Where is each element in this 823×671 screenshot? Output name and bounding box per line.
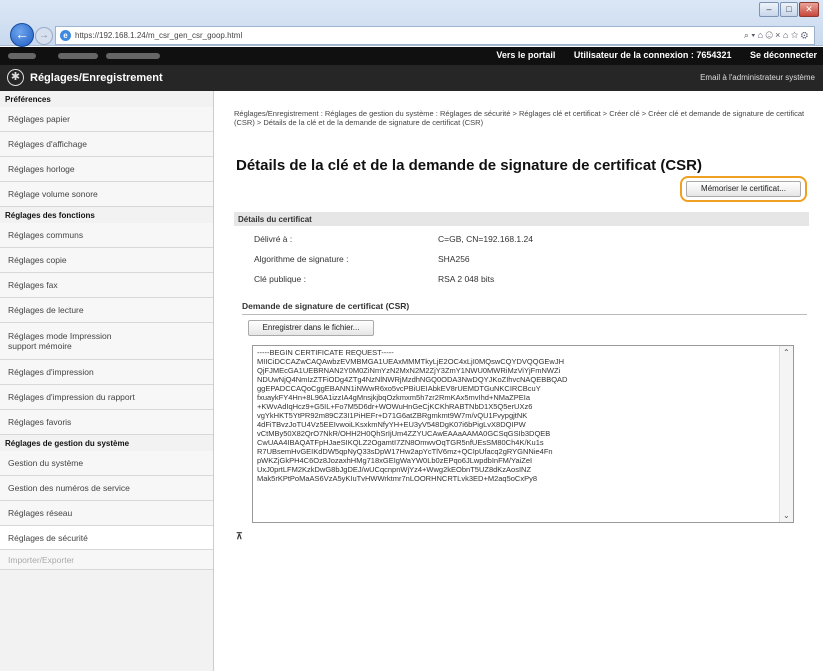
sidebar-item[interactable]: Réglages copie xyxy=(0,248,213,273)
sidebar-item[interactable]: Gestion du système xyxy=(0,451,213,476)
sidebar-item[interactable]: Réglages réseau xyxy=(0,501,213,526)
sidebar-item-label: support mémoire xyxy=(8,341,72,351)
top-bar: Vers le portail Utilisateur de la connex… xyxy=(0,47,823,65)
sidebar-item[interactable]: Réglages d'affichage xyxy=(0,132,213,157)
device-name-blur xyxy=(58,53,98,59)
header-title: Réglages/Enregistrement xyxy=(30,72,163,84)
minimize-button[interactable]: – xyxy=(759,2,779,17)
close-window-button[interactable]: ✕ xyxy=(799,2,819,17)
scroll-up-icon[interactable]: ⌃ xyxy=(783,348,790,357)
sidebar-item[interactable]: Réglages papier xyxy=(0,107,213,132)
scrollbar[interactable]: ⌃ ⌄ xyxy=(779,346,793,522)
detail-value: SHA256 xyxy=(438,254,470,264)
device-name-blur xyxy=(8,53,36,59)
back-arrow-icon[interactable]: ← xyxy=(10,23,34,47)
csr-header: Demande de signature de certificat (CSR) xyxy=(242,301,807,315)
browser-chrome: – □ ✕ ← → e https://192.168.1.24/m_csr_g… xyxy=(0,0,823,47)
address-bar[interactable]: e https://192.168.1.24/m_csr_gen_csr_goo… xyxy=(55,26,815,45)
email-admin-link[interactable]: Email à l'administrateur système xyxy=(700,73,815,82)
store-certificate-button[interactable]: Mémoriser le certificat... xyxy=(686,181,801,197)
sidebar-item[interactable]: Réglages d'impression du rapport xyxy=(0,385,213,410)
sidebar-section-title: Réglages de gestion du système xyxy=(5,439,130,448)
sidebar-item[interactable]: Réglages de sécurité xyxy=(0,526,213,550)
certificate-details-header: Détails du certificat xyxy=(234,212,809,226)
browser-toolbar-icons[interactable]: ⌕ ▾ ⌂ ☹ × ⌂ ☆ ⚙ xyxy=(744,30,808,41)
logout-link[interactable]: Se déconnecter xyxy=(750,50,817,60)
save-to-file-button[interactable]: Enregistrer dans le fichier... xyxy=(248,320,374,336)
sidebar-item[interactable]: Importer/Exporter xyxy=(0,550,213,570)
sidebar-item[interactable]: Gestion des numéros de service xyxy=(0,476,213,501)
sidebar-item[interactable]: Réglage volume sonore xyxy=(0,182,213,207)
detail-value: C=GB, CN=192.168.1.24 xyxy=(438,234,533,244)
ie-page-icon: e xyxy=(60,30,71,41)
detail-label: Algorithme de signature : xyxy=(254,254,349,264)
sidebar-section-title: Réglages des fonctions xyxy=(5,211,95,220)
scroll-down-icon[interactable]: ⌄ xyxy=(783,511,790,520)
sidebar-item-label: Réglages mode Impression xyxy=(8,331,112,341)
detail-value: RSA 2 048 bits xyxy=(438,274,495,284)
maximize-button[interactable]: □ xyxy=(780,2,798,17)
portal-link[interactable]: Vers le portail xyxy=(496,50,555,60)
page-title: Détails de la clé et de la demande de si… xyxy=(236,157,702,174)
forward-arrow-icon[interactable]: → xyxy=(35,27,53,45)
login-user-label: Utilisateur de la connexion : 7654321 xyxy=(573,50,732,60)
sidebar-item[interactable]: Réglages d'impression xyxy=(0,360,213,385)
sidebar-item[interactable]: Réglages mode Impression support mémoire xyxy=(0,323,213,360)
settings-gear-icon: ✱ xyxy=(7,69,24,86)
breadcrumb[interactable]: Réglages/Enregistrement : Réglages de ge… xyxy=(234,109,814,127)
main-content: Réglages/Enregistrement : Réglages de ge… xyxy=(214,91,823,671)
csr-text[interactable]: -----BEGIN CERTIFICATE REQUEST----- MIIC… xyxy=(257,348,772,483)
detail-label: Délivré à : xyxy=(254,234,293,244)
sidebar-item[interactable]: Réglages favoris xyxy=(0,410,213,435)
sidebar-item[interactable]: Réglages horloge xyxy=(0,157,213,182)
sidebar: Préférences Réglages papier Réglages d'aff… xyxy=(0,91,214,671)
device-name-blur xyxy=(106,53,160,59)
highlight-outline: Mémoriser le certificat... xyxy=(680,176,807,202)
address-url[interactable]: https://192.168.1.24/m_csr_gen_csr_goop.… xyxy=(75,31,242,40)
sidebar-item[interactable]: Réglages communs xyxy=(0,223,213,248)
page-top-icon[interactable]: ⊼ xyxy=(236,531,243,542)
sidebar-section-title: Préférences xyxy=(5,95,51,104)
page-header: ✱ Réglages/Enregistrement Email à l'admi… xyxy=(0,65,823,91)
sidebar-item[interactable]: Réglages de lecture xyxy=(0,298,213,323)
sidebar-item[interactable]: Réglages fax xyxy=(0,273,213,298)
csr-textarea[interactable]: -----BEGIN CERTIFICATE REQUEST----- MIIC… xyxy=(252,345,794,523)
detail-label: Clé publique : xyxy=(254,274,306,284)
